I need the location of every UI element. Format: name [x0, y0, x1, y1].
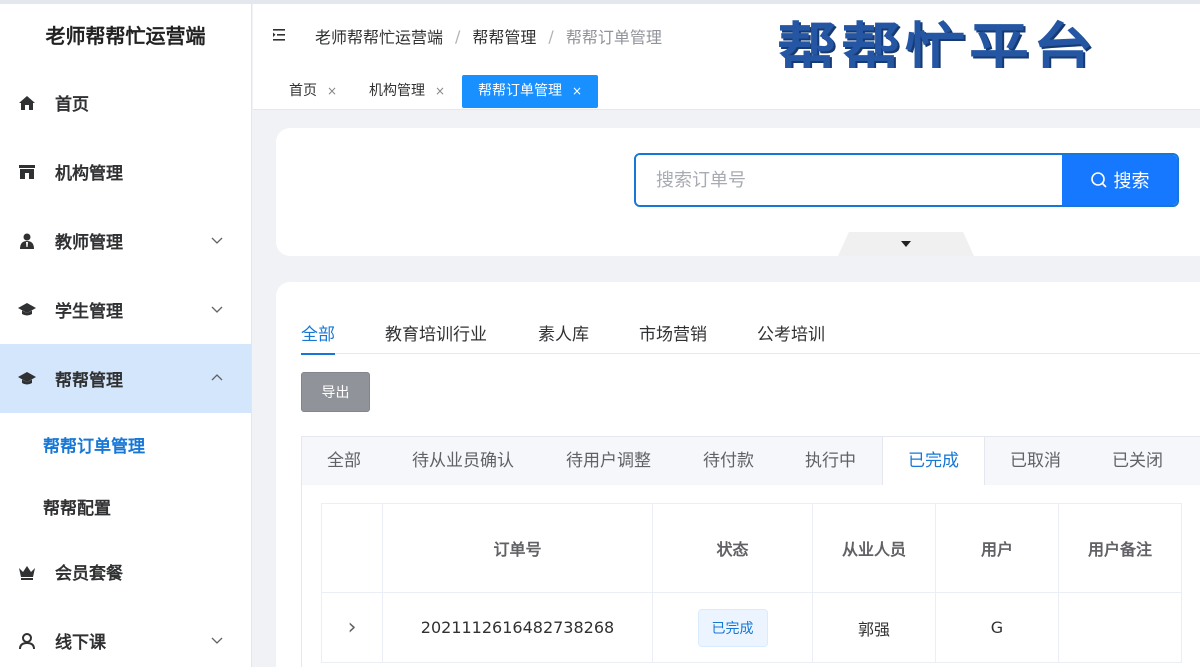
- tag-close-icon[interactable]: ×: [327, 84, 337, 98]
- status-tab-cancelled[interactable]: 已取消: [1010, 437, 1061, 485]
- sidebar-subitem-config[interactable]: 帮帮配置: [0, 475, 251, 537]
- table-wrapper: 订单号 状态 从业人员 用户 用户备注 › 202111261648273826…: [301, 485, 1200, 667]
- chevron-down-icon: [211, 306, 223, 313]
- tag-close-icon[interactable]: ×: [435, 84, 445, 98]
- tag-institution[interactable]: 机构管理 ×: [359, 75, 455, 108]
- tag-close-icon[interactable]: ×: [572, 84, 582, 98]
- teacher-icon: [18, 232, 36, 250]
- sidebar-item-label: 帮帮管理: [55, 371, 123, 391]
- sidebar-item-label: 首页: [55, 95, 89, 115]
- sidebar-item-institution[interactable]: 机构管理: [0, 137, 251, 206]
- status-tab-all[interactable]: 全部: [327, 437, 361, 485]
- status-badge: 已完成: [697, 608, 768, 647]
- cell-remark: [1058, 592, 1182, 663]
- graduation-cap-icon: [18, 301, 36, 319]
- search-box: 搜索: [634, 153, 1179, 207]
- cell-worker: 郭强: [812, 592, 936, 663]
- top-header: 老师帮帮忙运营端 / 帮帮管理 / 帮帮订单管理 帮帮忙平台: [253, 4, 1200, 82]
- breadcrumb-separator: /: [548, 26, 554, 46]
- column-header-remark: 用户备注: [1058, 503, 1182, 593]
- filter-expand-toggle[interactable]: [838, 232, 974, 256]
- tag-label: 机构管理: [369, 83, 425, 99]
- graduation-cap-icon: [18, 370, 36, 388]
- sidebar-item-offline-course[interactable]: 线下课: [0, 606, 251, 667]
- breadcrumb-separator: /: [455, 26, 461, 46]
- table-row: › 2021112616482738268 已完成 郭强 G: [321, 592, 1182, 663]
- sidebar-subitem-label: 帮帮配置: [43, 498, 111, 519]
- sidebar-item-label: 机构管理: [55, 164, 123, 184]
- sidebar-item-label: 学生管理: [55, 302, 123, 322]
- user-course-icon: [18, 632, 36, 650]
- category-tab-civil-exam[interactable]: 公考培训: [757, 320, 825, 354]
- column-header-worker: 从业人员: [812, 503, 936, 593]
- search-icon: [1090, 172, 1107, 188]
- home-icon: [18, 94, 36, 112]
- orders-table: 订单号 状态 从业人员 用户 用户备注 › 202111261648273826…: [321, 503, 1182, 663]
- tag-label: 首页: [289, 83, 317, 99]
- breadcrumb-item[interactable]: 帮帮管理: [472, 24, 536, 48]
- status-tabs: 全部 待从业员确认 待用户调整 待付款 执行中 已完成 已取消 已关闭: [301, 436, 1200, 486]
- app-logo-title: 老师帮帮忙运营端: [45, 24, 206, 48]
- column-header-expand: [321, 503, 383, 593]
- category-tab-marketing[interactable]: 市场营销: [639, 320, 707, 354]
- export-button[interactable]: 导出: [301, 372, 370, 412]
- sidebar-item-bangbang[interactable]: 帮帮管理: [0, 344, 251, 413]
- status-tab-pending-worker[interactable]: 待从业员确认: [412, 437, 514, 485]
- sidebar-item-student[interactable]: 学生管理: [0, 275, 251, 344]
- column-header-order-no: 订单号: [382, 503, 653, 593]
- sidebar-subitem-label: 帮帮订单管理: [43, 436, 145, 457]
- status-tab-pending-payment[interactable]: 待付款: [703, 437, 754, 485]
- status-tab-in-progress[interactable]: 执行中: [805, 437, 856, 485]
- sidebar-item-label: 会员套餐: [55, 564, 123, 584]
- sidebar-item-home[interactable]: 首页: [0, 68, 251, 137]
- row-expand-chevron-icon[interactable]: ›: [321, 592, 383, 663]
- breadcrumb-current: 帮帮订单管理: [565, 28, 662, 47]
- sidebar-item-membership[interactable]: 会员套餐: [0, 537, 251, 606]
- table-header-row: 订单号 状态 从业人员 用户 用户备注: [321, 503, 1182, 593]
- tag-home[interactable]: 首页 ×: [279, 75, 347, 108]
- chevron-down-icon: [211, 237, 223, 244]
- category-tab-education[interactable]: 教育培训行业: [385, 320, 487, 354]
- status-tab-pending-user[interactable]: 待用户调整: [566, 437, 651, 485]
- crown-icon: [18, 563, 36, 581]
- status-tab-completed[interactable]: 已完成: [882, 437, 985, 486]
- search-card: 搜索: [276, 128, 1200, 256]
- orders-card: 全部 教育培训行业 素人库 市场营销 公考培训 导出 全部 待从业员确认 待用户…: [276, 282, 1200, 667]
- search-button[interactable]: 搜索: [1062, 155, 1177, 205]
- category-tabs: 全部 教育培训行业 素人库 市场营销 公考培训: [301, 320, 1200, 355]
- tag-order-manage[interactable]: 帮帮订单管理 ×: [462, 75, 599, 108]
- sidebar-item-teacher[interactable]: 教师管理: [0, 206, 251, 275]
- building-icon: [18, 163, 36, 181]
- breadcrumb-item[interactable]: 老师帮帮忙运营端: [315, 24, 443, 48]
- tag-label: 帮帮订单管理: [478, 83, 562, 99]
- category-tab-amateur[interactable]: 素人库: [538, 320, 589, 354]
- cell-status: 已完成: [652, 592, 813, 663]
- sidebar-item-label: 线下课: [55, 633, 106, 653]
- chevron-up-icon: [211, 374, 223, 381]
- status-tab-closed[interactable]: 已关闭: [1112, 437, 1163, 485]
- cell-user: G: [935, 592, 1059, 663]
- row-expand-glyph: ›: [347, 615, 357, 640]
- column-header-user: 用户: [935, 503, 1059, 593]
- search-input[interactable]: [636, 155, 1062, 205]
- sidebar-subitem-order-manage[interactable]: 帮帮订单管理: [0, 413, 251, 475]
- column-header-status: 状态: [652, 503, 813, 593]
- chevron-down-icon: [211, 637, 223, 644]
- sidebar-item-label: 教师管理: [55, 233, 123, 253]
- tags-view-bar: 首页 × 机构管理 × 帮帮订单管理 ×: [253, 68, 1200, 110]
- caret-down-icon: [901, 241, 911, 247]
- menu-fold-icon[interactable]: [273, 28, 287, 42]
- search-button-label: 搜索: [1113, 171, 1150, 192]
- cell-order-no: 2021112616482738268: [382, 592, 653, 663]
- breadcrumb: 老师帮帮忙运营端 / 帮帮管理 / 帮帮订单管理: [315, 24, 662, 48]
- category-tab-all[interactable]: 全部: [301, 320, 335, 355]
- sidebar: 老师帮帮忙运营端 首页 机构管理 教师管理 学生管理 帮帮管理 帮帮订单管理 帮…: [0, 4, 252, 667]
